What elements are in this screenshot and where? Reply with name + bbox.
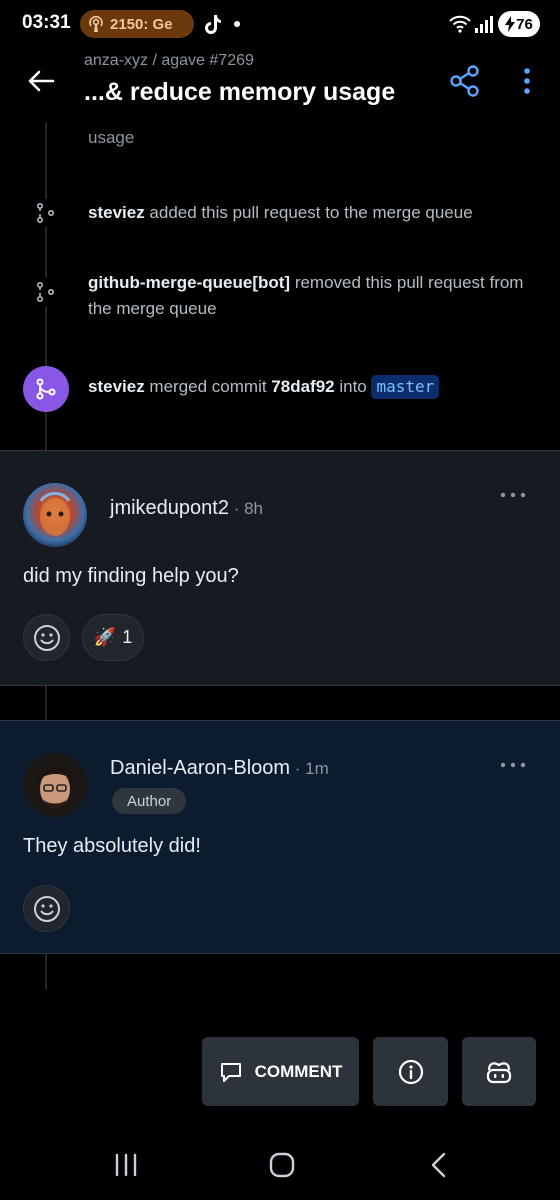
rocket-icon: 🚀: [93, 627, 117, 647]
more-vertical-icon[interactable]: [514, 64, 540, 98]
info-icon: [398, 1059, 423, 1084]
add-reaction-button[interactable]: [23, 885, 70, 932]
more-horizontal-icon[interactable]: [497, 757, 529, 773]
smiley-icon: [33, 895, 60, 922]
timeline-line: [45, 954, 47, 990]
copilot-button[interactable]: [462, 1037, 536, 1106]
arrow-left-icon: [28, 70, 55, 92]
branch-label[interactable]: master: [371, 375, 440, 399]
recent-apps-icon[interactable]: [112, 1152, 140, 1178]
add-reaction-button[interactable]: [23, 614, 70, 661]
back-button[interactable]: [24, 64, 58, 98]
comment-icon: [220, 1062, 241, 1082]
wifi-icon: [449, 15, 471, 33]
merge-queue-icon: [32, 278, 60, 306]
status-time: 03:31: [22, 12, 71, 33]
signal-icon: [475, 16, 493, 33]
timeline-line: [45, 686, 47, 720]
comment-author[interactable]: jmikedupont2: [110, 497, 229, 519]
event-text: added this pull request to the merge que…: [144, 203, 473, 222]
commit-sha[interactable]: 78daf92: [271, 377, 334, 396]
copilot-icon: [486, 1061, 512, 1083]
event-actor[interactable]: github-merge-queue[bot]: [88, 273, 290, 292]
battery-charging-icon: [505, 16, 516, 32]
comment-time: · 8h: [228, 499, 263, 518]
share-icon[interactable]: [448, 64, 482, 98]
repo-breadcrumb[interactable]: anza-xyz / agave #7269: [84, 52, 254, 70]
comment-card-author: Daniel-Aaron-Bloom · 1m Author They abso…: [0, 720, 560, 954]
battery-indicator: 76: [498, 11, 540, 37]
avatar[interactable]: [23, 483, 87, 547]
reaction-rocket[interactable]: 🚀 1: [82, 614, 144, 661]
comment-body: did my finding help you?: [23, 565, 239, 587]
nav-back-icon[interactable]: [428, 1151, 450, 1179]
info-button[interactable]: [373, 1037, 448, 1106]
timeline-event-removed: github-merge-queue[bot] removed this pul…: [88, 270, 538, 322]
status-bar: 03:31 2150: Ge 76: [0, 0, 560, 48]
author-badge: Author: [112, 788, 187, 814]
event-actor[interactable]: steviez: [88, 203, 145, 222]
app-bar: anza-xyz / agave #7269 ...& reduce memor…: [0, 48, 560, 122]
event-text: merged commit: [144, 377, 272, 396]
page-title: ...& reduce memory usage: [84, 78, 396, 106]
avatar[interactable]: [23, 753, 87, 817]
timeline: usage steviez added this pull request to…: [0, 122, 560, 450]
comment-time: · 1m: [290, 759, 329, 778]
smiley-icon: [33, 624, 60, 651]
notification-dot: [234, 21, 240, 27]
clipped-event-text: usage: [88, 128, 135, 147]
tiktok-icon: [205, 15, 221, 34]
timeline-event-added: steviez added this pull request to the m…: [88, 200, 538, 226]
comment-header: Daniel-Aaron-Bloom · 1m: [110, 757, 329, 780]
battery-level: 76: [516, 15, 533, 33]
now-playing-pill[interactable]: 2150: Ge: [80, 10, 194, 38]
now-playing-text: 2150: Ge: [110, 15, 173, 33]
comment-header: jmikedupont2 · 8h: [110, 497, 263, 520]
timeline-event-merged: steviez merged commit 78daf92 into maste…: [88, 374, 538, 400]
event-text: into: [334, 377, 372, 396]
git-merge-icon: [23, 366, 69, 412]
merge-queue-icon: [32, 199, 60, 227]
more-horizontal-icon[interactable]: [497, 487, 529, 503]
comment-button-label: COMMENT: [254, 1061, 343, 1081]
event-actor[interactable]: steviez: [88, 377, 145, 396]
comment-button[interactable]: COMMENT: [202, 1037, 359, 1106]
podcast-icon: [89, 15, 103, 32]
comment-card: jmikedupont2 · 8h did my finding help yo…: [0, 450, 560, 686]
comment-author[interactable]: Daniel-Aaron-Bloom: [110, 757, 290, 779]
comment-body: They absolutely did!: [23, 835, 201, 857]
home-icon[interactable]: [268, 1151, 296, 1179]
system-nav-bar: [0, 1130, 560, 1200]
reaction-count: 1: [122, 627, 133, 647]
